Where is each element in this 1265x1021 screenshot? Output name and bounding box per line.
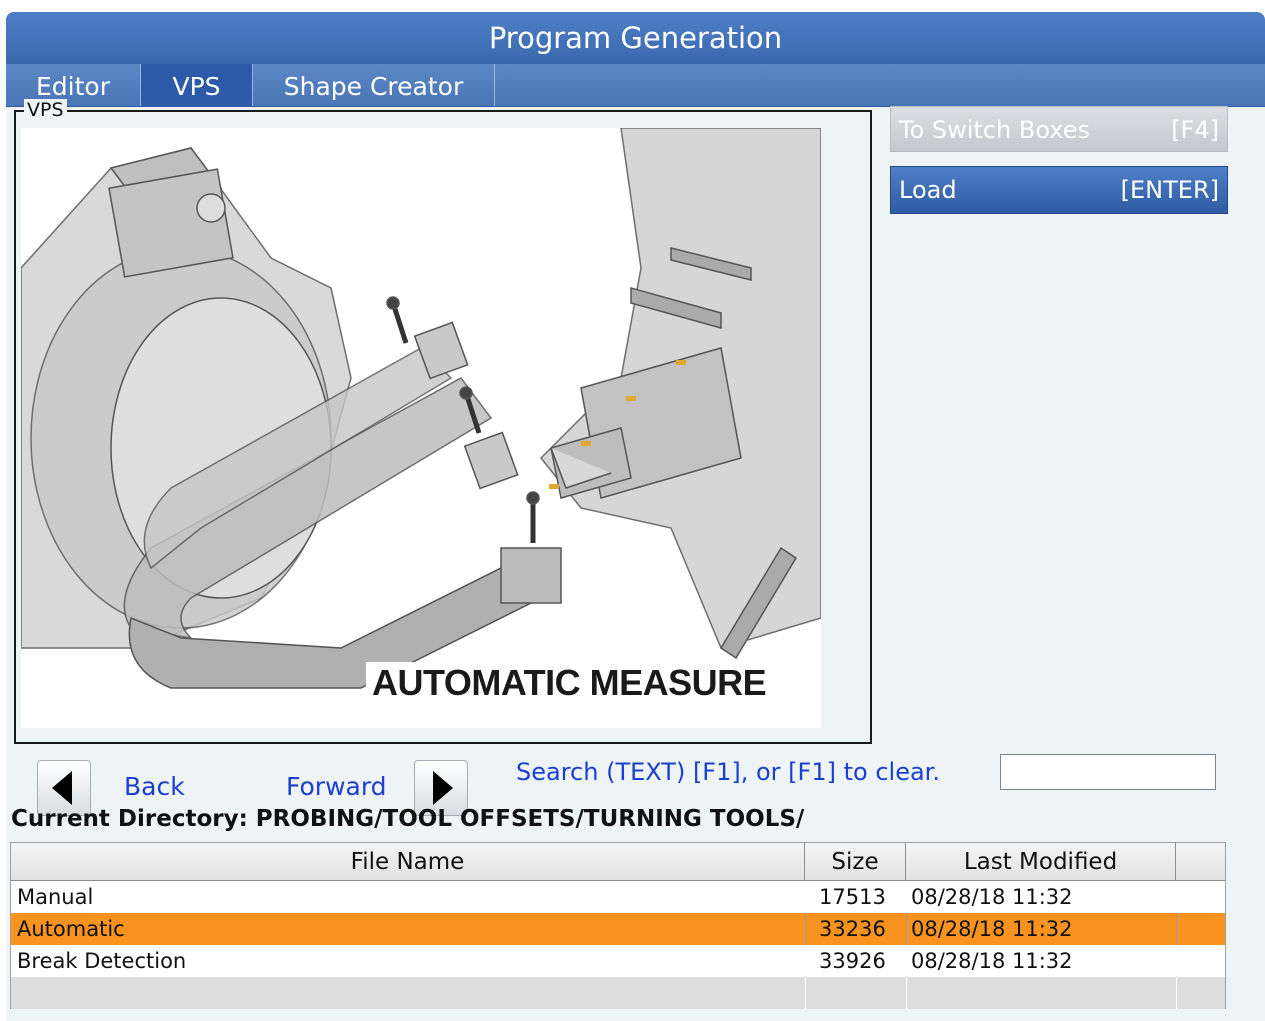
file-modified: 08/28/18 11:32 (911, 885, 1073, 909)
load-label: Load (899, 176, 957, 204)
column-divider (906, 913, 907, 945)
table-row[interactable]: Break Detection 33926 08/28/18 11:32 (11, 945, 1225, 977)
file-size: 17513 (819, 885, 886, 909)
file-modified: 08/28/18 11:32 (911, 949, 1073, 973)
file-size: 33926 (819, 949, 886, 973)
window-title: Program Generation (6, 12, 1265, 64)
back-link[interactable]: Back (124, 772, 185, 801)
switch-boxes-label: To Switch Boxes (899, 116, 1091, 144)
column-header-last-modified[interactable]: Last Modified (906, 843, 1176, 881)
file-name: Manual (17, 885, 94, 909)
switch-boxes-button[interactable]: To Switch Boxes [F4] (890, 106, 1228, 152)
probing-illustration: AUTOMATIC MEASURE (21, 128, 821, 728)
column-divider (1176, 913, 1177, 945)
column-header-size[interactable]: Size (805, 843, 906, 881)
column-header-extra (1176, 843, 1225, 881)
search-input[interactable] (1000, 754, 1216, 790)
table-row-selected[interactable]: Automatic 33236 08/28/18 11:32 (11, 913, 1225, 945)
tab-shape-creator[interactable]: Shape Creator (253, 64, 495, 106)
vps-panel: AUTOMATIC MEASURE (14, 110, 872, 744)
column-divider (805, 977, 806, 1009)
current-directory: Current Directory: PROBING/TOOL OFFSETS/… (11, 806, 805, 832)
file-name: Automatic (17, 917, 125, 941)
load-key: [ENTER] (1120, 176, 1219, 204)
tab-vps[interactable]: VPS (141, 64, 253, 106)
vps-panel-legend: VPS (24, 99, 67, 121)
file-table: File Name Size Last Modified Manual 1751… (10, 842, 1226, 1009)
tab-bar: Editor VPS Shape Creator (6, 64, 1265, 107)
illustration-caption: AUTOMATIC MEASURE (366, 662, 773, 704)
column-divider (906, 977, 907, 1009)
lathe-tool-setter-drawing (21, 128, 821, 689)
column-divider (805, 913, 806, 945)
file-name: Break Detection (17, 949, 187, 973)
forward-link[interactable]: Forward (286, 772, 387, 801)
file-size: 33236 (819, 917, 886, 941)
search-hint: Search (TEXT) [F1], or [F1] to clear. (516, 758, 940, 786)
switch-boxes-key: [F4] (1171, 116, 1219, 144)
file-modified: 08/28/18 11:32 (911, 917, 1073, 941)
table-row-empty (11, 977, 1225, 1009)
load-button[interactable]: Load [ENTER] (890, 166, 1228, 214)
column-header-file-name[interactable]: File Name (11, 843, 805, 881)
column-divider (1176, 977, 1177, 1009)
table-row[interactable]: Manual 17513 08/28/18 11:32 (11, 881, 1225, 913)
